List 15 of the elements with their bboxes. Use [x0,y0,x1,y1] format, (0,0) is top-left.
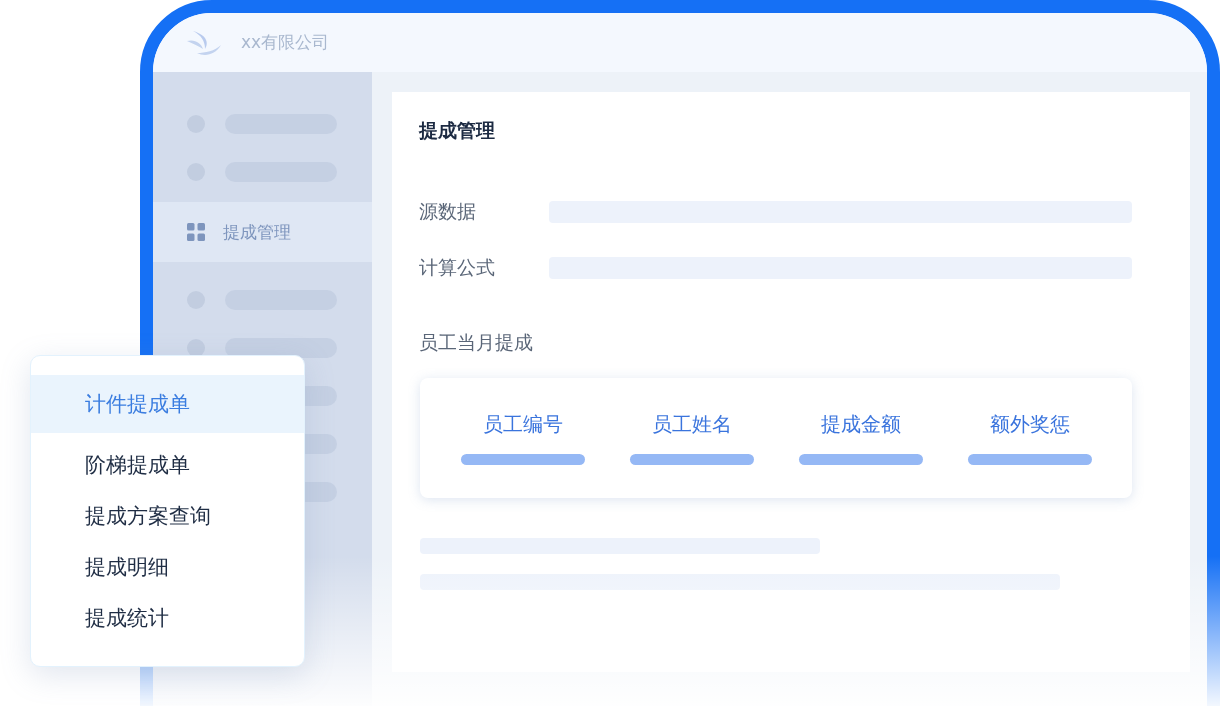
column-header: 额外奖惩 [989,411,1070,438]
menu-item[interactable]: 提成明细 [31,541,304,592]
window-title: xx有限公司 [241,31,330,54]
menu-item[interactable]: 计件提成单 [31,375,304,433]
menu-item[interactable]: 提成方案查询 [31,490,304,541]
page-title: 提成管理 [419,118,496,143]
field-label: 源数据 [419,199,477,224]
column-header: 员工编号 [482,411,563,438]
menu-item[interactable]: 提成统计 [31,592,304,643]
column-header: 员工姓名 [651,411,732,438]
menu-item[interactable]: 阶梯提成单 [31,439,304,490]
section-title: 员工当月提成 [419,330,534,355]
field-label: 计算公式 [419,255,496,280]
grid-icon [187,223,205,241]
column-header: 提成金额 [820,411,901,438]
